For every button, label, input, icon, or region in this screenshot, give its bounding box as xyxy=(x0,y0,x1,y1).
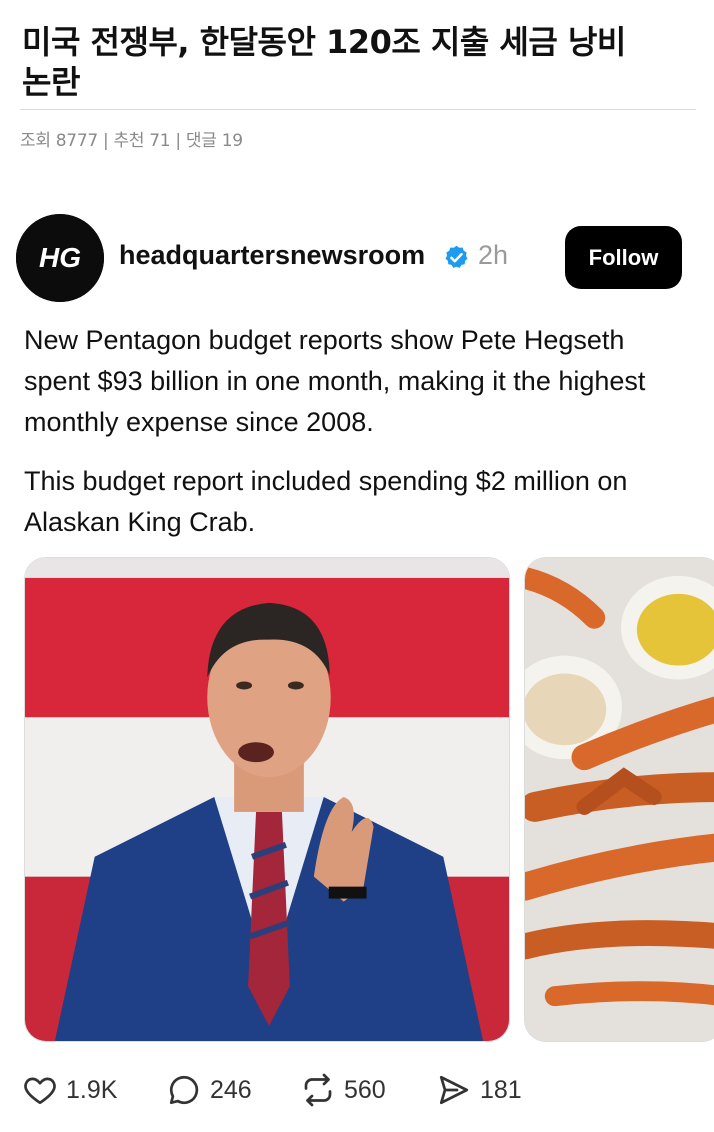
account-avatar[interactable]: HG xyxy=(16,214,104,302)
like-button[interactable]: 1.9K xyxy=(22,1070,117,1110)
verified-badge-icon xyxy=(445,245,468,268)
reply-icon xyxy=(169,1075,199,1105)
reply-count: 246 xyxy=(210,1075,252,1104)
repost-button[interactable]: 560 xyxy=(300,1070,386,1110)
post-actions-bar: 1.9K 246 560 181 xyxy=(22,1070,702,1110)
post-image-speaker[interactable] xyxy=(24,557,510,1042)
share-count: 181 xyxy=(480,1075,522,1104)
reply-button[interactable]: 246 xyxy=(166,1070,252,1110)
repost-icon xyxy=(304,1073,332,1107)
article-title: 미국 전쟁부, 한달동안 120조 지출 세금 낭비 논란 xyxy=(22,23,626,101)
post-paragraph-2: This budget report included spending $2 … xyxy=(24,466,628,537)
follow-button[interactable]: Follow xyxy=(565,226,682,289)
post-time: 2h xyxy=(478,240,509,270)
like-count: 1.9K xyxy=(66,1075,118,1104)
share-button[interactable]: 181 xyxy=(436,1070,522,1110)
title-divider xyxy=(20,109,696,110)
article-meta: 조회 8777 | 추천 71 | 댓글 19 xyxy=(20,131,243,151)
avatar-logo-text: HG xyxy=(39,242,81,273)
post-image-king-crab[interactable] xyxy=(524,557,714,1042)
account-username[interactable]: headquartersnewsroom xyxy=(119,240,425,271)
post-paragraph-1: New Pentagon budget reports show Pete He… xyxy=(24,325,646,437)
share-icon xyxy=(439,1075,469,1105)
repost-count: 560 xyxy=(344,1075,386,1104)
heart-icon xyxy=(24,1077,56,1105)
